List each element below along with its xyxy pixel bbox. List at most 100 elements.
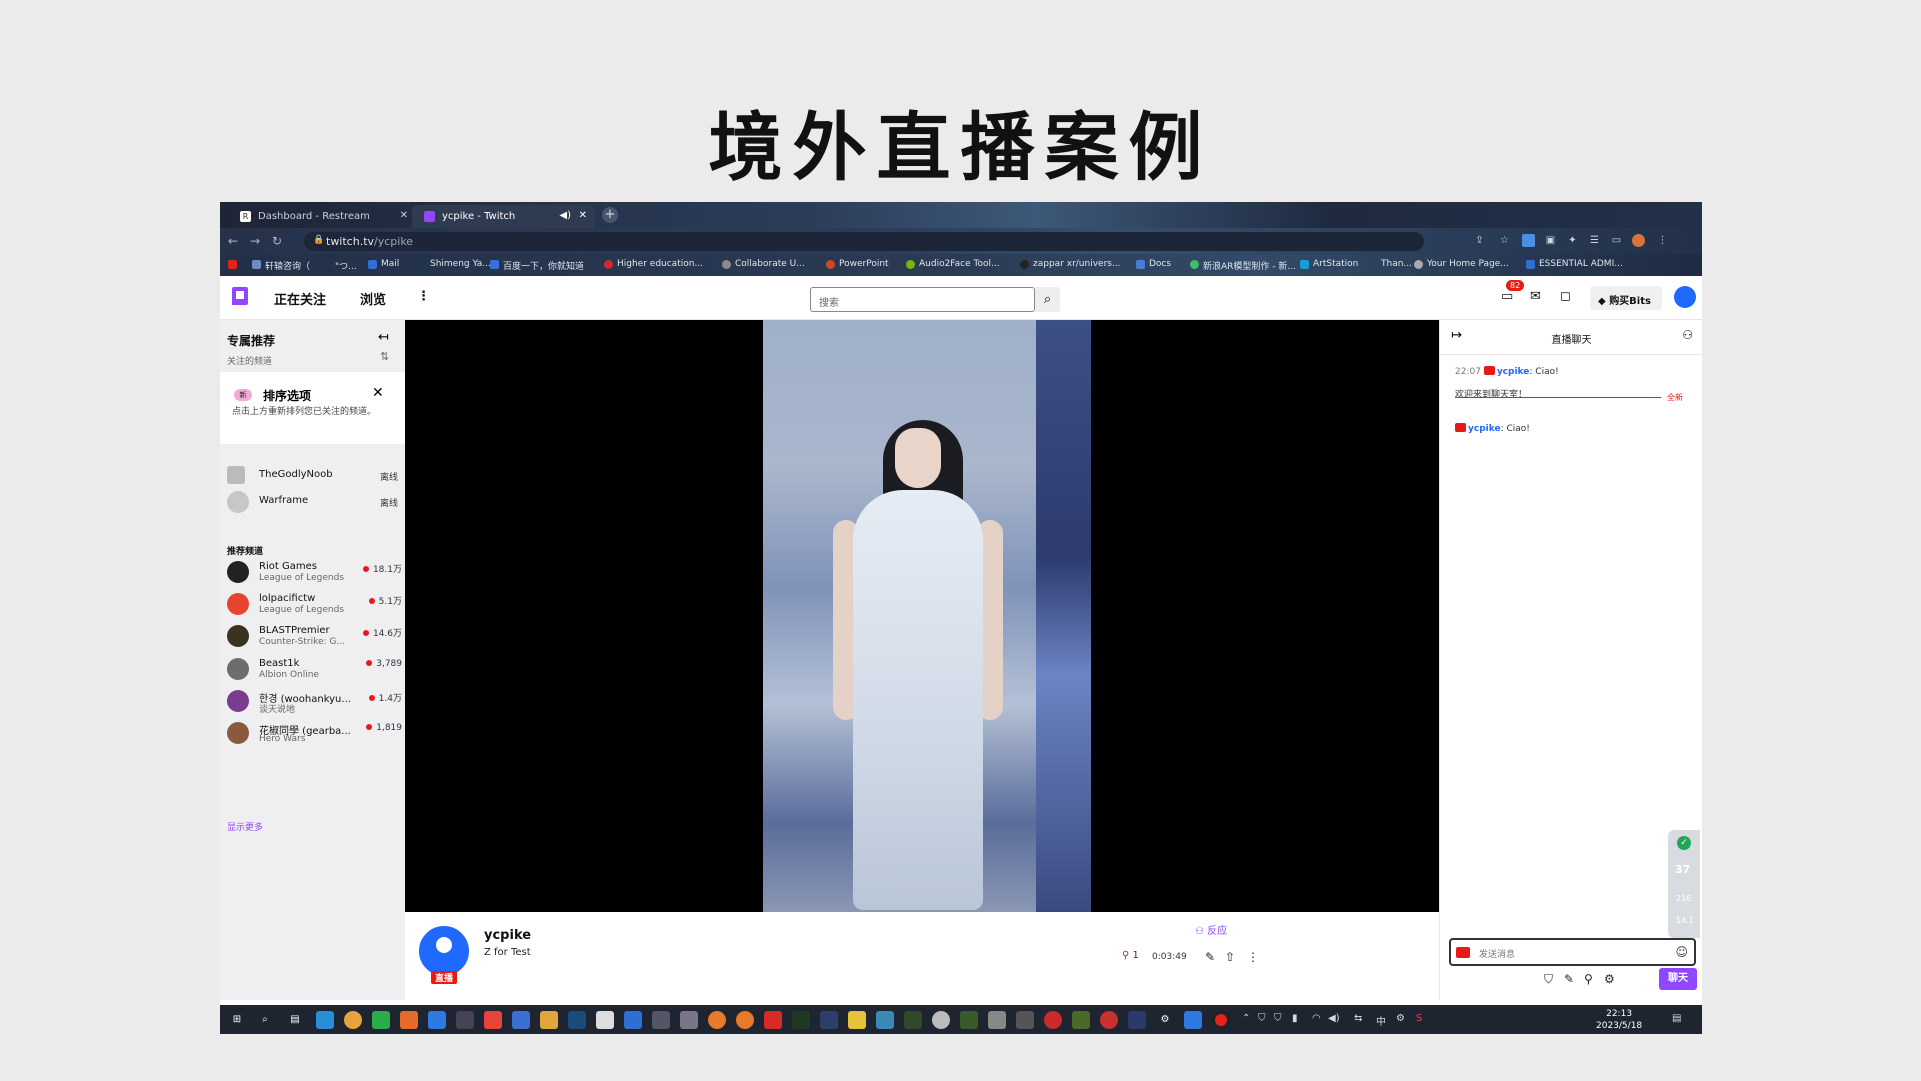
back-arrow-icon[interactable]: ← [228,234,238,248]
sidebar-panel-icon[interactable]: ▭ [1610,234,1623,247]
bookmark-item[interactable]: Collaborate U... [722,259,805,269]
app-icon[interactable] [400,1011,418,1029]
app-icon[interactable] [988,1011,1006,1029]
app-icon[interactable] [1016,1011,1034,1029]
tray-chevron-icon[interactable]: ⌃ [1242,1013,1250,1024]
gift-icon[interactable]: ⚲ [1584,972,1593,986]
app-icon[interactable] [456,1011,474,1029]
buy-bits-button[interactable]: ◆ 购买Bits [1590,286,1662,310]
recommended-channel[interactable]: Riot Games League of Legends 18.1万 [227,558,402,584]
video-player[interactable] [405,320,1439,912]
forward-arrow-icon[interactable]: → [250,234,260,248]
youdao-icon[interactable] [764,1011,782,1029]
reload-icon[interactable]: ↻ [272,234,282,248]
app-icon[interactable] [512,1011,530,1029]
app-icon[interactable] [316,1011,334,1029]
whispers-icon[interactable]: ✉ [1530,289,1541,304]
substance-painter-icon[interactable] [792,1011,810,1029]
nvidia-icon[interactable] [904,1011,922,1029]
app-icon[interactable] [820,1011,838,1029]
steam-icon[interactable] [568,1011,586,1029]
app-icon[interactable] [652,1011,670,1029]
bookmark-item[interactable]: Shimeng Ya... [417,259,491,269]
tray-ime-icon[interactable]: ⇆ [1354,1013,1362,1024]
bookmark-powerpoint[interactable]: PowerPoint [826,259,889,269]
more-kebab-icon[interactable]: ⋮ [417,289,430,304]
tab-twitch[interactable]: ycpike - Twitch ◀) ✕ [412,205,595,228]
search-icon[interactable]: ⌕ [1035,287,1060,312]
tray-app-icon[interactable]: ⛉ [1274,1013,1282,1024]
bookmark-item[interactable]: 新浪AR模型制作 - 新... [1190,259,1296,272]
app-icon[interactable] [624,1011,642,1029]
netease-music-icon[interactable] [484,1011,502,1029]
sort-arrows-icon[interactable]: ⇅ [380,350,389,363]
blender-icon[interactable] [708,1011,726,1029]
streamer-avatar[interactable] [419,926,469,976]
chrome-icon[interactable] [344,1011,362,1029]
app-icon[interactable] [1128,1011,1146,1029]
tray-ime-mode[interactable]: 中 [1376,1013,1386,1028]
settings-gear-icon[interactable]: ⚙ [1604,972,1615,986]
notifications-icon[interactable]: ▭ [1501,289,1513,304]
bookmark-item[interactable]: Than... [1368,259,1412,269]
share-upload-icon[interactable]: ⇧ [1225,950,1235,964]
app-icon[interactable] [1044,1011,1062,1029]
edit-pencil-icon[interactable]: ✎ [1205,950,1215,964]
chat-send-button[interactable]: 聊天 [1659,968,1697,990]
shield-icon[interactable]: ⛉ [1544,972,1553,987]
app-icon[interactable] [680,1011,698,1029]
bookmark-item[interactable]: Audio2Face Tool... [906,259,1000,269]
share-icon[interactable]: ⇪ [1473,234,1486,247]
recommended-channel[interactable]: 花椒同學 (gearba... Hero Wars 1,819 [227,719,402,745]
show-more-link[interactable]: 显示更多 [227,820,263,833]
followed-channel[interactable]: Warframe 离线 [227,488,402,514]
close-tab-icon[interactable]: ✕ [400,210,408,221]
bookmark-item[interactable]: Higher education... [604,259,703,269]
user-avatar[interactable] [1674,286,1696,308]
recommended-channel[interactable]: BLASTPremier Counter-Strike: G... 14.6万 [227,622,402,648]
bookmark-baidu[interactable]: 百度一下，你就知道 [490,259,584,272]
followed-channel[interactable]: TheGodlyNoob 离线 [227,462,402,488]
task-view-icon[interactable]: ▤ [286,1011,304,1029]
obs-record-icon[interactable] [1212,1011,1230,1029]
streamer-name[interactable]: ycpike [484,928,531,943]
bookmark-star-icon[interactable]: ☆ [1498,234,1511,247]
extensions-puzzle-icon[interactable]: ✦ [1566,234,1579,247]
recommended-channel[interactable]: Beast1k Albion Online 3,789 [227,655,402,681]
tray-volume-icon[interactable]: ◀) [1328,1013,1340,1024]
community-icon[interactable]: ⚇ [1682,328,1693,342]
notification-center-icon[interactable]: ▤ [1672,1013,1681,1024]
menu-kebab-icon[interactable]: ⋮ [1656,234,1669,247]
notepad-icon[interactable] [596,1011,614,1029]
recommended-channel[interactable]: 한경 (woohankyu... 谈天说地 1.4万 [227,687,402,715]
blender-icon[interactable] [736,1011,754,1029]
bookmark-artstation[interactable]: ArtStation [1300,259,1358,269]
twitch-logo-icon[interactable] [232,287,248,305]
speaker-icon[interactable]: ◀) [559,210,571,221]
nav-following[interactable]: 正在关注 [274,289,326,308]
app-icon[interactable] [428,1011,446,1029]
bookmark-item[interactable]: 轩辕咨询（ [252,259,310,272]
overlay-score-panel[interactable]: ✓ 37 216 14.1 [1668,830,1700,938]
app-icon[interactable] [1184,1011,1202,1029]
chat-bubble-icon[interactable]: ◻ [1560,289,1571,304]
screenshot-icon[interactable]: ▣ [1544,234,1557,247]
taskbar-clock[interactable]: 22:13 2023/5/18 [1596,1008,1642,1032]
bookmark-item[interactable]: ESSENTIAL ADMI... [1526,259,1623,269]
reading-list-icon[interactable]: ☰ [1588,234,1601,247]
settings-gear-icon[interactable]: ⚙ [1156,1011,1174,1029]
file-explorer-icon[interactable] [540,1011,558,1029]
bookmark-item[interactable]: "つ... [322,259,357,272]
windows-start-icon[interactable]: ⊞ [228,1011,246,1029]
tab-restream[interactable]: R Dashboard - Restream ✕ [228,205,416,228]
search-input[interactable]: 搜索 [810,287,1035,312]
close-icon[interactable]: ✕ [372,385,384,401]
search-icon[interactable]: ⌕ [256,1011,274,1029]
extension-icon[interactable] [1522,234,1535,247]
chat-input[interactable]: 发送消息 ☺ [1449,938,1696,966]
collapse-sidebar-icon[interactable]: ↤ [378,330,389,345]
bookmark-docs[interactable]: Docs [1136,259,1171,269]
app-icon[interactable] [876,1011,894,1029]
tray-wifi-icon[interactable]: ◠ [1312,1013,1321,1024]
tray-sogou-icon[interactable]: S [1416,1013,1422,1024]
